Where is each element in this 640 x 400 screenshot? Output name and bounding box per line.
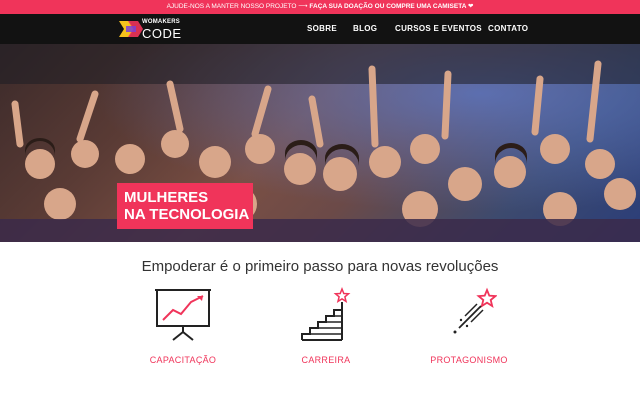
- feature-label-capacitacao[interactable]: CAPACITAÇÃO: [103, 355, 263, 365]
- hero-title-line2: NA TECNOLOGIA: [124, 206, 250, 223]
- nav-item-cursos-eventos[interactable]: CURSOS E EVENTOS: [395, 14, 482, 44]
- feature-capacitacao[interactable]: CAPACITAÇÃO: [103, 280, 263, 380]
- banner-text-prefix: AJUDE-NOS A MANTER NOSSO PROJETO ⟶: [166, 3, 310, 10]
- nav-item-sobre[interactable]: SOBRE: [307, 14, 337, 44]
- shooting-star-icon: [453, 287, 497, 334]
- top-announcement-banner[interactable]: AJUDE-NOS A MANTER NOSSO PROJETO ⟶ FAÇA …: [0, 0, 640, 14]
- hero-image: [0, 44, 640, 242]
- heart-icon: ❤: [467, 3, 474, 10]
- feature-carreira[interactable]: CARREIRA: [246, 280, 406, 380]
- nav-item-blog[interactable]: BLOG: [353, 14, 377, 44]
- tagline: Empoderar é o primeiro passo para novas …: [141, 258, 499, 275]
- crowd-photo-illustration: [0, 44, 640, 242]
- feature-protagonismo[interactable]: PROTAGONISMO: [389, 280, 549, 380]
- feature-label-carreira[interactable]: CARREIRA: [246, 355, 406, 365]
- feature-label-protagonismo[interactable]: PROTAGONISMO: [389, 355, 549, 365]
- nav-links: SOBRE BLOG CURSOS E EVENTOS CONTATO: [0, 14, 640, 44]
- hero-title-line1: MULHERES: [124, 189, 209, 206]
- stairs-star-icon: [301, 286, 351, 341]
- hero-title-badge: MULHERES NA TECNOLOGIA: [117, 183, 253, 229]
- presentation-chart-icon: [155, 289, 211, 341]
- banner-text-cta[interactable]: FAÇA SUA DOAÇÃO OU COMPRE UMA CAMISETA: [309, 3, 468, 10]
- nav-item-contato[interactable]: CONTATO: [488, 14, 528, 44]
